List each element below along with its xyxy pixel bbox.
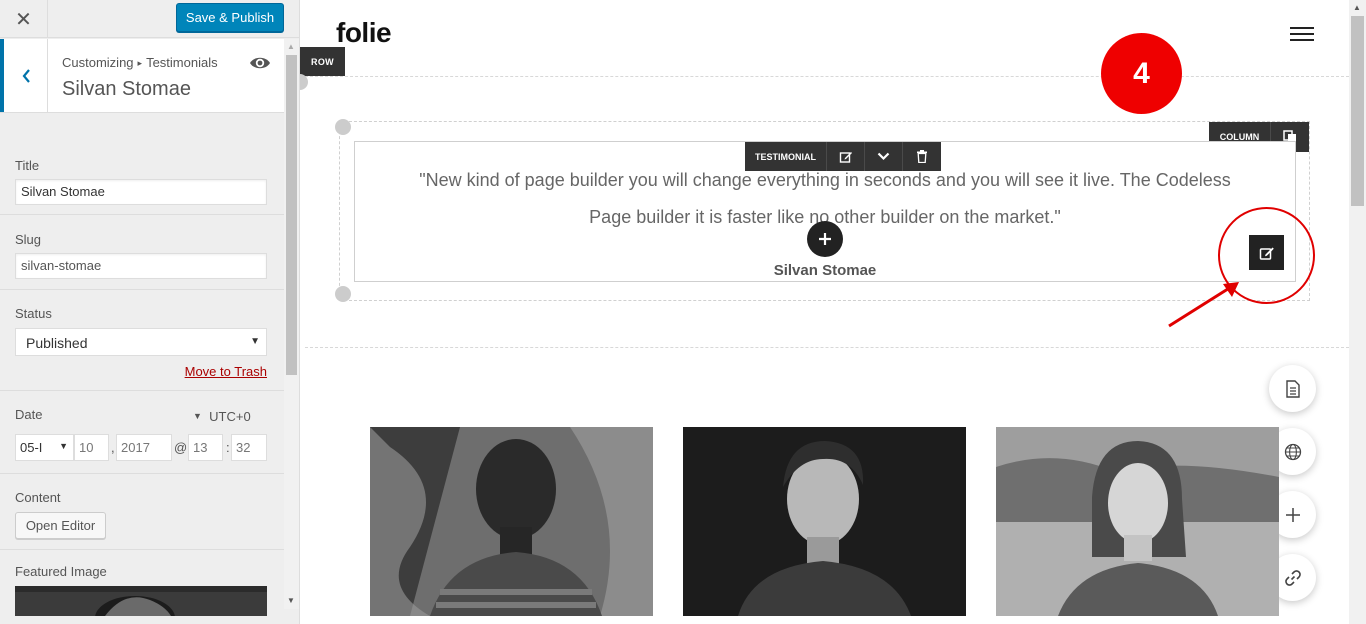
page-settings-button[interactable] [1269, 365, 1316, 412]
content-label: Content [15, 490, 61, 505]
title-label: Title [15, 158, 40, 173]
chevron-down-icon [877, 152, 890, 161]
breadcrumb-separator: ▸ [137, 58, 143, 68]
featured-image-label: Featured Image [15, 564, 107, 579]
edit-icon [839, 151, 852, 163]
breadcrumb-parent: Customizing [62, 55, 134, 70]
edit-testimonial-button[interactable] [1249, 235, 1284, 270]
site-preview: folie ROW 4 COLUMN "New kind of page bui… [300, 0, 1366, 624]
link-icon [1284, 569, 1301, 586]
preview-scrollbar[interactable]: ▲ [1349, 0, 1366, 624]
plus-icon [1285, 507, 1300, 522]
status-control: Status Published ▼ Move to Trash [0, 290, 284, 391]
testimonial-author: Silvan Stomae [773, 262, 877, 279]
preview-scroll-thumb[interactable] [1351, 16, 1364, 206]
month-select[interactable]: 05-I ▼ [15, 434, 74, 461]
edit-element-button[interactable] [827, 142, 865, 171]
team-photo-2[interactable] [683, 427, 966, 616]
hamburger-menu-icon[interactable] [1290, 27, 1314, 43]
edit-icon [1259, 247, 1274, 260]
back-button[interactable] [0, 39, 48, 112]
scroll-up-icon[interactable]: ▲ [287, 42, 295, 51]
status-label: Status [15, 306, 52, 321]
close-customizer-button[interactable]: ✕ [0, 0, 48, 38]
row-tag[interactable]: ROW [300, 47, 345, 76]
annotation-arrow-icon [1168, 282, 1239, 328]
step-number-badge: 4 [1101, 33, 1182, 114]
breadcrumb: Customizing ▸ Testimonials [62, 55, 218, 70]
date-label: Date [15, 407, 43, 422]
move-to-trash-link[interactable]: Move to Trash [185, 364, 267, 379]
sidebar-scrollbar[interactable]: ▲ ▼ [284, 39, 299, 609]
delete-element-button[interactable] [903, 142, 941, 171]
month-value: 05-I [20, 440, 43, 455]
date-control: Date ▼ UTC+0 05-I ▼ 10 , 2017 @ 13 : 32 [0, 391, 284, 474]
customizer-sidebar: ✕ Save & Publish Customizing ▸ Testimonial… [0, 0, 300, 624]
hour-input[interactable]: 13 [188, 434, 223, 461]
move-down-button[interactable] [865, 142, 903, 171]
scroll-up-icon[interactable]: ▲ [1353, 3, 1361, 12]
site-logo[interactable]: folie [336, 17, 392, 49]
title-input[interactable]: Silvan Stomae [15, 179, 267, 205]
slug-label: Slug [15, 232, 42, 247]
scroll-down-icon[interactable]: ▼ [287, 596, 295, 605]
row-top-border [305, 76, 1349, 77]
date-at: @ [174, 440, 188, 455]
timezone-label: UTC+0 [209, 409, 251, 424]
day-input[interactable]: 10 [74, 434, 109, 461]
year-input[interactable]: 2017 [116, 434, 172, 461]
eye-icon[interactable] [249, 53, 271, 73]
featured-image-thumbnail[interactable] [15, 586, 267, 616]
team-photo-1[interactable] [370, 427, 653, 616]
slug-input[interactable]: silvan-stomae [15, 253, 267, 279]
status-select[interactable]: Published ▼ [15, 328, 267, 356]
testimonial-tag[interactable]: TESTIMONIAL [745, 142, 827, 171]
section-title: Silvan Stomae [62, 78, 191, 100]
date-comma: , [111, 440, 115, 455]
add-element-button[interactable] [807, 221, 843, 257]
column-bottom-handle[interactable] [335, 286, 351, 302]
chevron-down-icon: ▼ [250, 336, 260, 347]
breadcrumb-section: Testimonials [146, 55, 218, 70]
document-icon [1285, 379, 1300, 398]
plus-icon [819, 233, 831, 245]
chevron-left-icon [22, 68, 30, 83]
status-selected-value: Published [26, 335, 88, 351]
sidebar-scroll-thumb[interactable] [286, 55, 297, 375]
close-icon: ✕ [15, 8, 32, 31]
minute-input[interactable]: 32 [231, 434, 267, 461]
save-publish-button[interactable]: Save & Publish [176, 3, 284, 32]
team-photo-3[interactable] [996, 427, 1279, 616]
row-separator [305, 347, 1349, 348]
content-control: Content Open Editor [0, 474, 284, 550]
title-control: Title Silvan Stomae [0, 140, 284, 215]
testimonial-toolbar: TESTIMONIAL [745, 142, 941, 171]
trash-icon [917, 150, 927, 163]
timezone-toggle[interactable]: ▼ UTC+0 [193, 409, 251, 424]
column-top-handle[interactable] [335, 119, 351, 135]
date-colon: : [226, 440, 230, 455]
section-header: Customizing ▸ Testimonials Silvan Stomae [0, 39, 284, 113]
chevron-down-icon: ▼ [59, 441, 68, 451]
open-editor-button[interactable]: Open Editor [15, 512, 106, 539]
caret-down-icon: ▼ [193, 411, 202, 421]
slug-control: Slug silvan-stomae [0, 215, 284, 290]
globe-icon [1284, 443, 1301, 460]
customizer-header: ✕ Save & Publish [0, 0, 299, 38]
